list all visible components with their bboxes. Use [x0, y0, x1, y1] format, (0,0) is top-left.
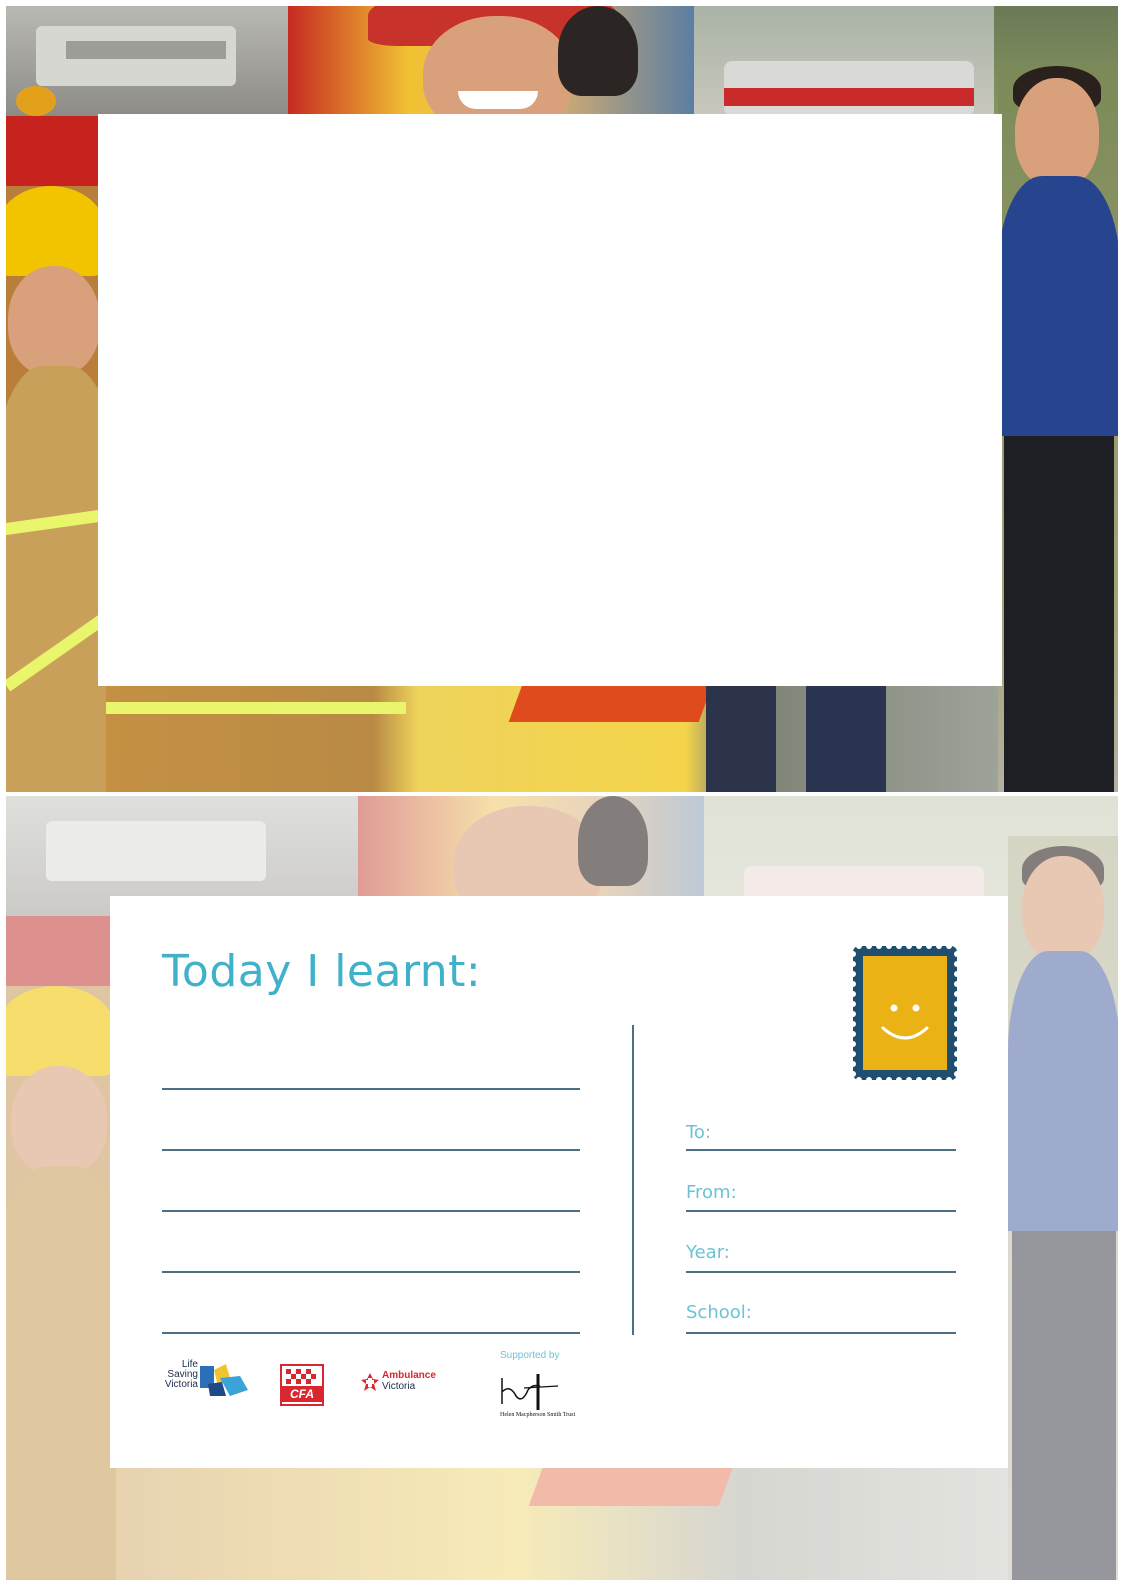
trust-signature-icon [501, 1374, 559, 1410]
writing-line[interactable] [162, 1271, 580, 1273]
victoria-word: Victoria [382, 1381, 416, 1392]
school-label: School: [686, 1302, 752, 1323]
postcard-divider [632, 1025, 634, 1335]
to-field[interactable] [686, 1149, 956, 1151]
cfa-checker-icon [286, 1369, 316, 1384]
trust-name: Helen Macpherson Smith Trust [500, 1412, 576, 1418]
life-saving-emblem-icon [200, 1364, 248, 1396]
man-blue-shirt-photo-faded [1008, 836, 1118, 1580]
writing-line[interactable] [162, 1149, 580, 1151]
ambulance-star-icon [361, 1373, 379, 1391]
postcard-title: Today I learnt: [162, 946, 482, 997]
smiley-face-icon [881, 1004, 929, 1040]
writing-line[interactable] [162, 1210, 580, 1212]
smiley-stamp-icon [853, 946, 957, 1080]
blank-photo-panel [98, 114, 1002, 686]
from-label: From: [686, 1182, 737, 1203]
cfa-logo: CFA [280, 1364, 324, 1406]
year-field[interactable] [686, 1271, 956, 1273]
writing-line[interactable] [162, 1088, 580, 1090]
jackets-strip-photo-faded [116, 1466, 1008, 1580]
man-blue-shirt-photo [998, 66, 1118, 792]
to-label: To: [686, 1122, 712, 1143]
school-field[interactable] [686, 1332, 956, 1334]
photo-collage-top [6, 6, 1118, 792]
female-firefighter-photo [6, 186, 106, 792]
writing-line[interactable] [162, 1332, 580, 1334]
stamp-face [863, 956, 947, 1070]
supported-by-label: Supported by [500, 1350, 560, 1361]
ambulance-victoria-logo: Ambulance Victoria [360, 1370, 450, 1398]
logo-word-victoria: Victoria [164, 1379, 198, 1390]
life-saving-victoria-logo: Life Saving Victoria [160, 1360, 252, 1404]
year-label: Year: [686, 1242, 730, 1263]
ambulance-word: Ambulance [382, 1370, 436, 1381]
cfa-logo-text: CFA [282, 1386, 322, 1402]
from-field[interactable] [686, 1210, 956, 1212]
female-firefighter-photo-faded [6, 986, 116, 1580]
jackets-strip-photo [106, 682, 998, 792]
helen-macpherson-smith-trust-logo: Helen Macpherson Smith Trust [500, 1370, 594, 1426]
